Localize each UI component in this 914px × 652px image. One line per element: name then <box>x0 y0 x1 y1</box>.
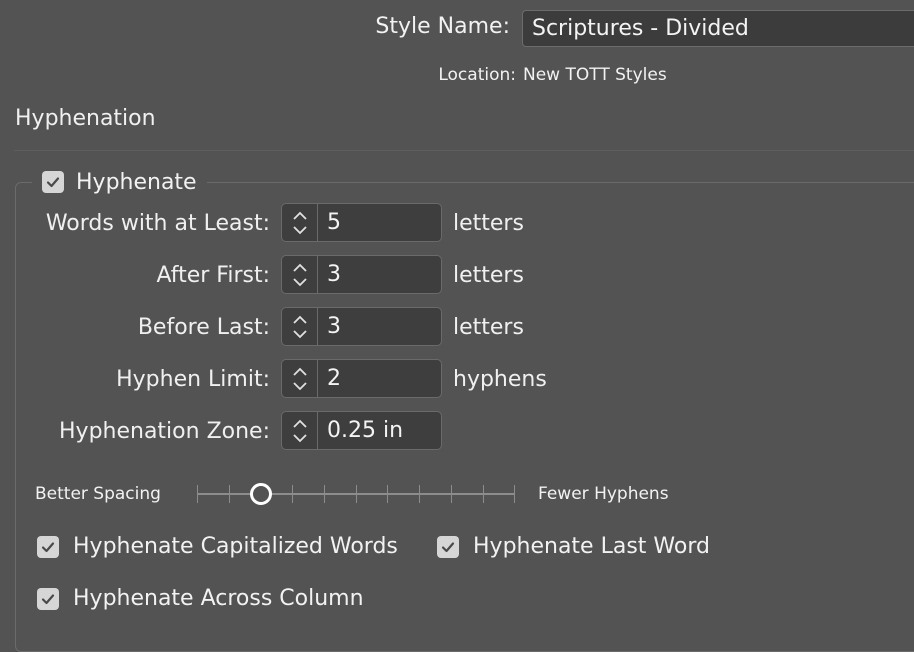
after-first-stepper[interactable] <box>281 255 317 294</box>
hyphen-limit-label: Hyphen Limit: <box>116 367 270 392</box>
stepper-arrows-icon <box>292 419 307 442</box>
before-last-unit: letters <box>453 315 524 340</box>
hyphen-limit-input[interactable]: 2 <box>317 359 442 398</box>
spacing-slider-thumb[interactable] <box>249 483 272 505</box>
last-word-option[interactable]: Hyphenate Last Word <box>437 534 710 559</box>
hyphenate-label: Hyphenate <box>76 169 197 195</box>
after-first-label: After First: <box>156 263 270 288</box>
slider-left-label: Better Spacing <box>35 484 161 504</box>
before-last-label: Before Last: <box>137 315 270 340</box>
across-column-label: Hyphenate Across Column <box>73 586 364 611</box>
slider-tick <box>292 485 293 503</box>
slider-tick <box>229 485 230 503</box>
hyphenation-group <box>15 182 914 652</box>
slider-tick <box>514 485 515 503</box>
stepper-arrows-icon <box>292 367 307 390</box>
stepper-arrows-icon <box>292 263 307 286</box>
after-first-input[interactable]: 3 <box>317 255 442 294</box>
slider-tick <box>197 485 198 503</box>
last-word-label: Hyphenate Last Word <box>473 534 710 559</box>
slider-tick <box>324 485 325 503</box>
style-name-label: Style Name: <box>375 14 510 39</box>
hyphenation-zone-stepper[interactable] <box>281 411 317 450</box>
before-last-input[interactable]: 3 <box>317 307 442 346</box>
hyphenate-checkbox-row[interactable]: Hyphenate <box>32 168 207 196</box>
checkmark-icon <box>41 593 55 604</box>
capitalized-words-label: Hyphenate Capitalized Words <box>73 534 398 559</box>
section-divider <box>14 150 914 151</box>
across-column-checkbox[interactable] <box>37 587 59 610</box>
section-title: Hyphenation <box>15 106 156 131</box>
words-at-least-label: Words with at Least: <box>45 211 270 236</box>
checkmark-icon <box>441 541 455 552</box>
stepper-arrows-icon <box>292 211 307 234</box>
checkmark-icon <box>41 541 55 552</box>
checkmark-icon <box>46 177 60 188</box>
slider-tick <box>356 485 357 503</box>
hyphenation-zone-label: Hyphenation Zone: <box>59 419 270 444</box>
words-at-least-unit: letters <box>453 211 524 236</box>
across-column-option[interactable]: Hyphenate Across Column <box>37 586 364 611</box>
hyphen-limit-stepper[interactable] <box>281 359 317 398</box>
hyphen-limit-unit: hyphens <box>453 367 547 392</box>
capitalized-words-option[interactable]: Hyphenate Capitalized Words <box>37 534 398 559</box>
slider-tick <box>419 485 420 503</box>
slider-tick <box>483 485 484 503</box>
slider-right-label: Fewer Hyphens <box>538 484 669 504</box>
style-name-input[interactable]: Scriptures - Divided <box>522 10 914 47</box>
stepper-arrows-icon <box>292 315 307 338</box>
words-at-least-stepper[interactable] <box>281 203 317 242</box>
words-at-least-input[interactable]: 5 <box>317 203 442 242</box>
slider-tick <box>451 485 452 503</box>
location-label: Location: <box>438 65 516 85</box>
last-word-checkbox[interactable] <box>437 535 459 558</box>
before-last-stepper[interactable] <box>281 307 317 346</box>
slider-tick <box>387 485 388 503</box>
hyphenation-zone-input[interactable]: 0.25 in <box>317 411 442 450</box>
spacing-slider-track[interactable] <box>197 485 515 503</box>
location-value: New TOTT Styles <box>523 65 667 85</box>
after-first-unit: letters <box>453 263 524 288</box>
capitalized-words-checkbox[interactable] <box>37 535 59 558</box>
hyphenate-checkbox[interactable] <box>42 171 64 193</box>
